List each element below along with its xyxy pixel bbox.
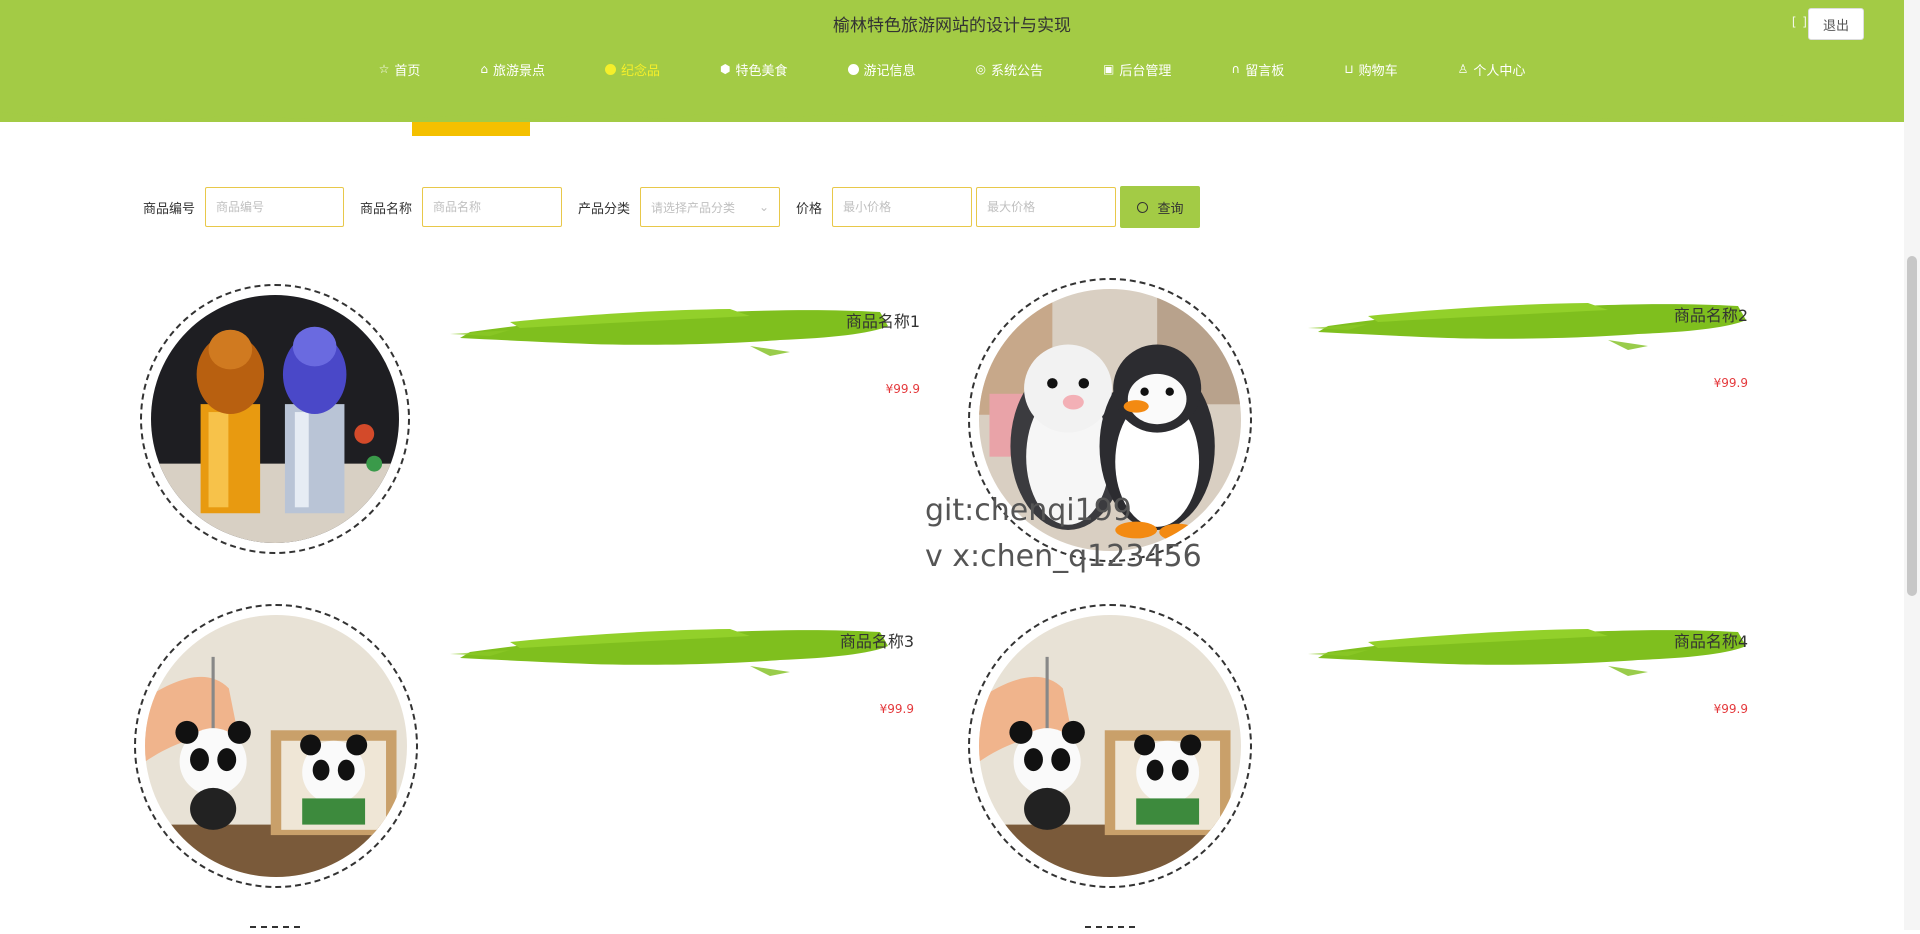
product-price: ¥99.9 [885, 382, 920, 396]
cart-icon: ⊔ [1344, 62, 1354, 76]
nav-item-label: 购物车 [1358, 63, 1398, 79]
nav-item-profile[interactable]: ♙ 个人中心 [1428, 58, 1556, 80]
nav-item-label: 个人中心 [1473, 63, 1526, 79]
search-bar: 商品编号 商品名称 产品分类 请选择产品分类 ⌄ 价格 查询 [143, 186, 1201, 228]
product-card[interactable]: 商品名称1 ¥99.9 [140, 284, 920, 584]
name-label: 商品名称 [360, 201, 413, 217]
notice-icon: ◎ [975, 62, 987, 76]
brush-stroke [450, 629, 888, 676]
nav-item-message[interactable]: ∩ 留言板 [1201, 58, 1314, 80]
price-label: 价格 [796, 201, 823, 217]
dot-icon [605, 63, 617, 75]
nav-item-admin[interactable]: ▣ 后台管理 [1073, 58, 1201, 80]
nav-item-label: 特色美食 [735, 63, 788, 79]
logout-button[interactable]: 退出 [1808, 8, 1864, 40]
nav-item-souvenir[interactable]: 纪念品 [575, 58, 690, 80]
bag-icon: ⌂ [480, 62, 488, 76]
product-card[interactable]: 商品名称4 ¥99.9 [968, 604, 1748, 904]
product-image[interactable] [140, 284, 410, 554]
torn-edge [0, 104, 1904, 121]
product-image[interactable] [134, 604, 418, 888]
product-name[interactable]: 商品名称4 [1674, 628, 1748, 652]
star-icon: ☆ [378, 62, 390, 76]
watermark-line: v x:chen_q123456 [925, 539, 1202, 574]
watermark: git:chenqi199 v x:chen_q123456 [925, 488, 1202, 580]
nav-item-label: 留言板 [1245, 63, 1285, 79]
product-name[interactable]: 商品名称2 [1674, 302, 1748, 326]
info-icon [847, 63, 859, 75]
product-code-input[interactable] [205, 187, 345, 227]
product-price: ¥99.9 [1713, 376, 1748, 390]
nav-item-label: 游记信息 [863, 63, 916, 79]
nav-item-label: 首页 [394, 63, 421, 79]
product-card[interactable]: 商品名称3 ¥99.9 [134, 604, 914, 904]
search-button[interactable]: 查询 [1120, 186, 1201, 228]
category-label: 产品分类 [578, 201, 631, 217]
category-select-placeholder: 请选择产品分类 [651, 200, 736, 215]
category-select[interactable]: 请选择产品分类 ⌄ [640, 187, 781, 227]
watermark-line: git:chenqi199 [925, 493, 1132, 528]
nav-item-travelogue[interactable]: 游记信息 [818, 58, 946, 80]
scrollbar-thumb[interactable] [1907, 256, 1917, 596]
max-price-input[interactable] [976, 187, 1117, 227]
headset-icon: ∩ [1231, 62, 1241, 76]
nav-item-notice[interactable]: ◎ 系统公告 [946, 58, 1074, 80]
admin-icon: ▣ [1103, 62, 1115, 76]
product-name[interactable]: 商品名称3 [840, 628, 914, 652]
next-product-peek [250, 926, 300, 934]
min-price-input[interactable] [832, 187, 973, 227]
nav-item-label: 后台管理 [1119, 63, 1172, 79]
product-image[interactable] [968, 604, 1252, 888]
next-product-peek [1085, 926, 1135, 934]
product-name[interactable]: 商品名称1 [846, 308, 920, 332]
product-price: ¥99.9 [879, 702, 914, 716]
product-price: ¥99.9 [1713, 702, 1748, 716]
panda-keychain-image [979, 615, 1241, 877]
site-header: 榆林特色旅游网站的设计与实现 [ ] 退出 ☆ 首页 ⌂ 旅游景点 纪念品 ⬢ … [0, 0, 1904, 122]
main-nav: ☆ 首页 ⌂ 旅游景点 纪念品 ⬢ 特色美食 游记信息 ◎ 系统公告 ▣ 后台管… [0, 58, 1904, 80]
chevron-down-icon: ⌄ [758, 200, 770, 214]
food-icon: ⬢ [720, 62, 731, 76]
search-button-label: 查询 [1157, 201, 1184, 217]
page-scrollbar[interactable] [1904, 0, 1920, 930]
site-title: 榆林特色旅游网站的设计与实现 [833, 16, 1071, 36]
nav-item-label: 旅游景点 [493, 63, 546, 79]
search-icon [1136, 201, 1148, 213]
crystal-seals-image [151, 295, 399, 543]
nav-item-label: 纪念品 [621, 63, 661, 79]
code-label: 商品编号 [143, 201, 196, 217]
current-user: [ ] [1791, 15, 1808, 29]
panda-keychain-image [145, 615, 407, 877]
nav-item-label: 系统公告 [991, 63, 1044, 79]
nav-item-scenic[interactable]: ⌂ 旅游景点 [450, 58, 575, 80]
nav-item-food[interactable]: ⬢ 特色美食 [690, 58, 818, 80]
product-name-input[interactable] [422, 187, 563, 227]
nav-item-home[interactable]: ☆ 首页 [349, 58, 451, 80]
nav-item-cart[interactable]: ⊔ 购物车 [1314, 58, 1427, 80]
brush-stroke [450, 309, 888, 356]
user-icon: ♙ [1457, 62, 1469, 76]
